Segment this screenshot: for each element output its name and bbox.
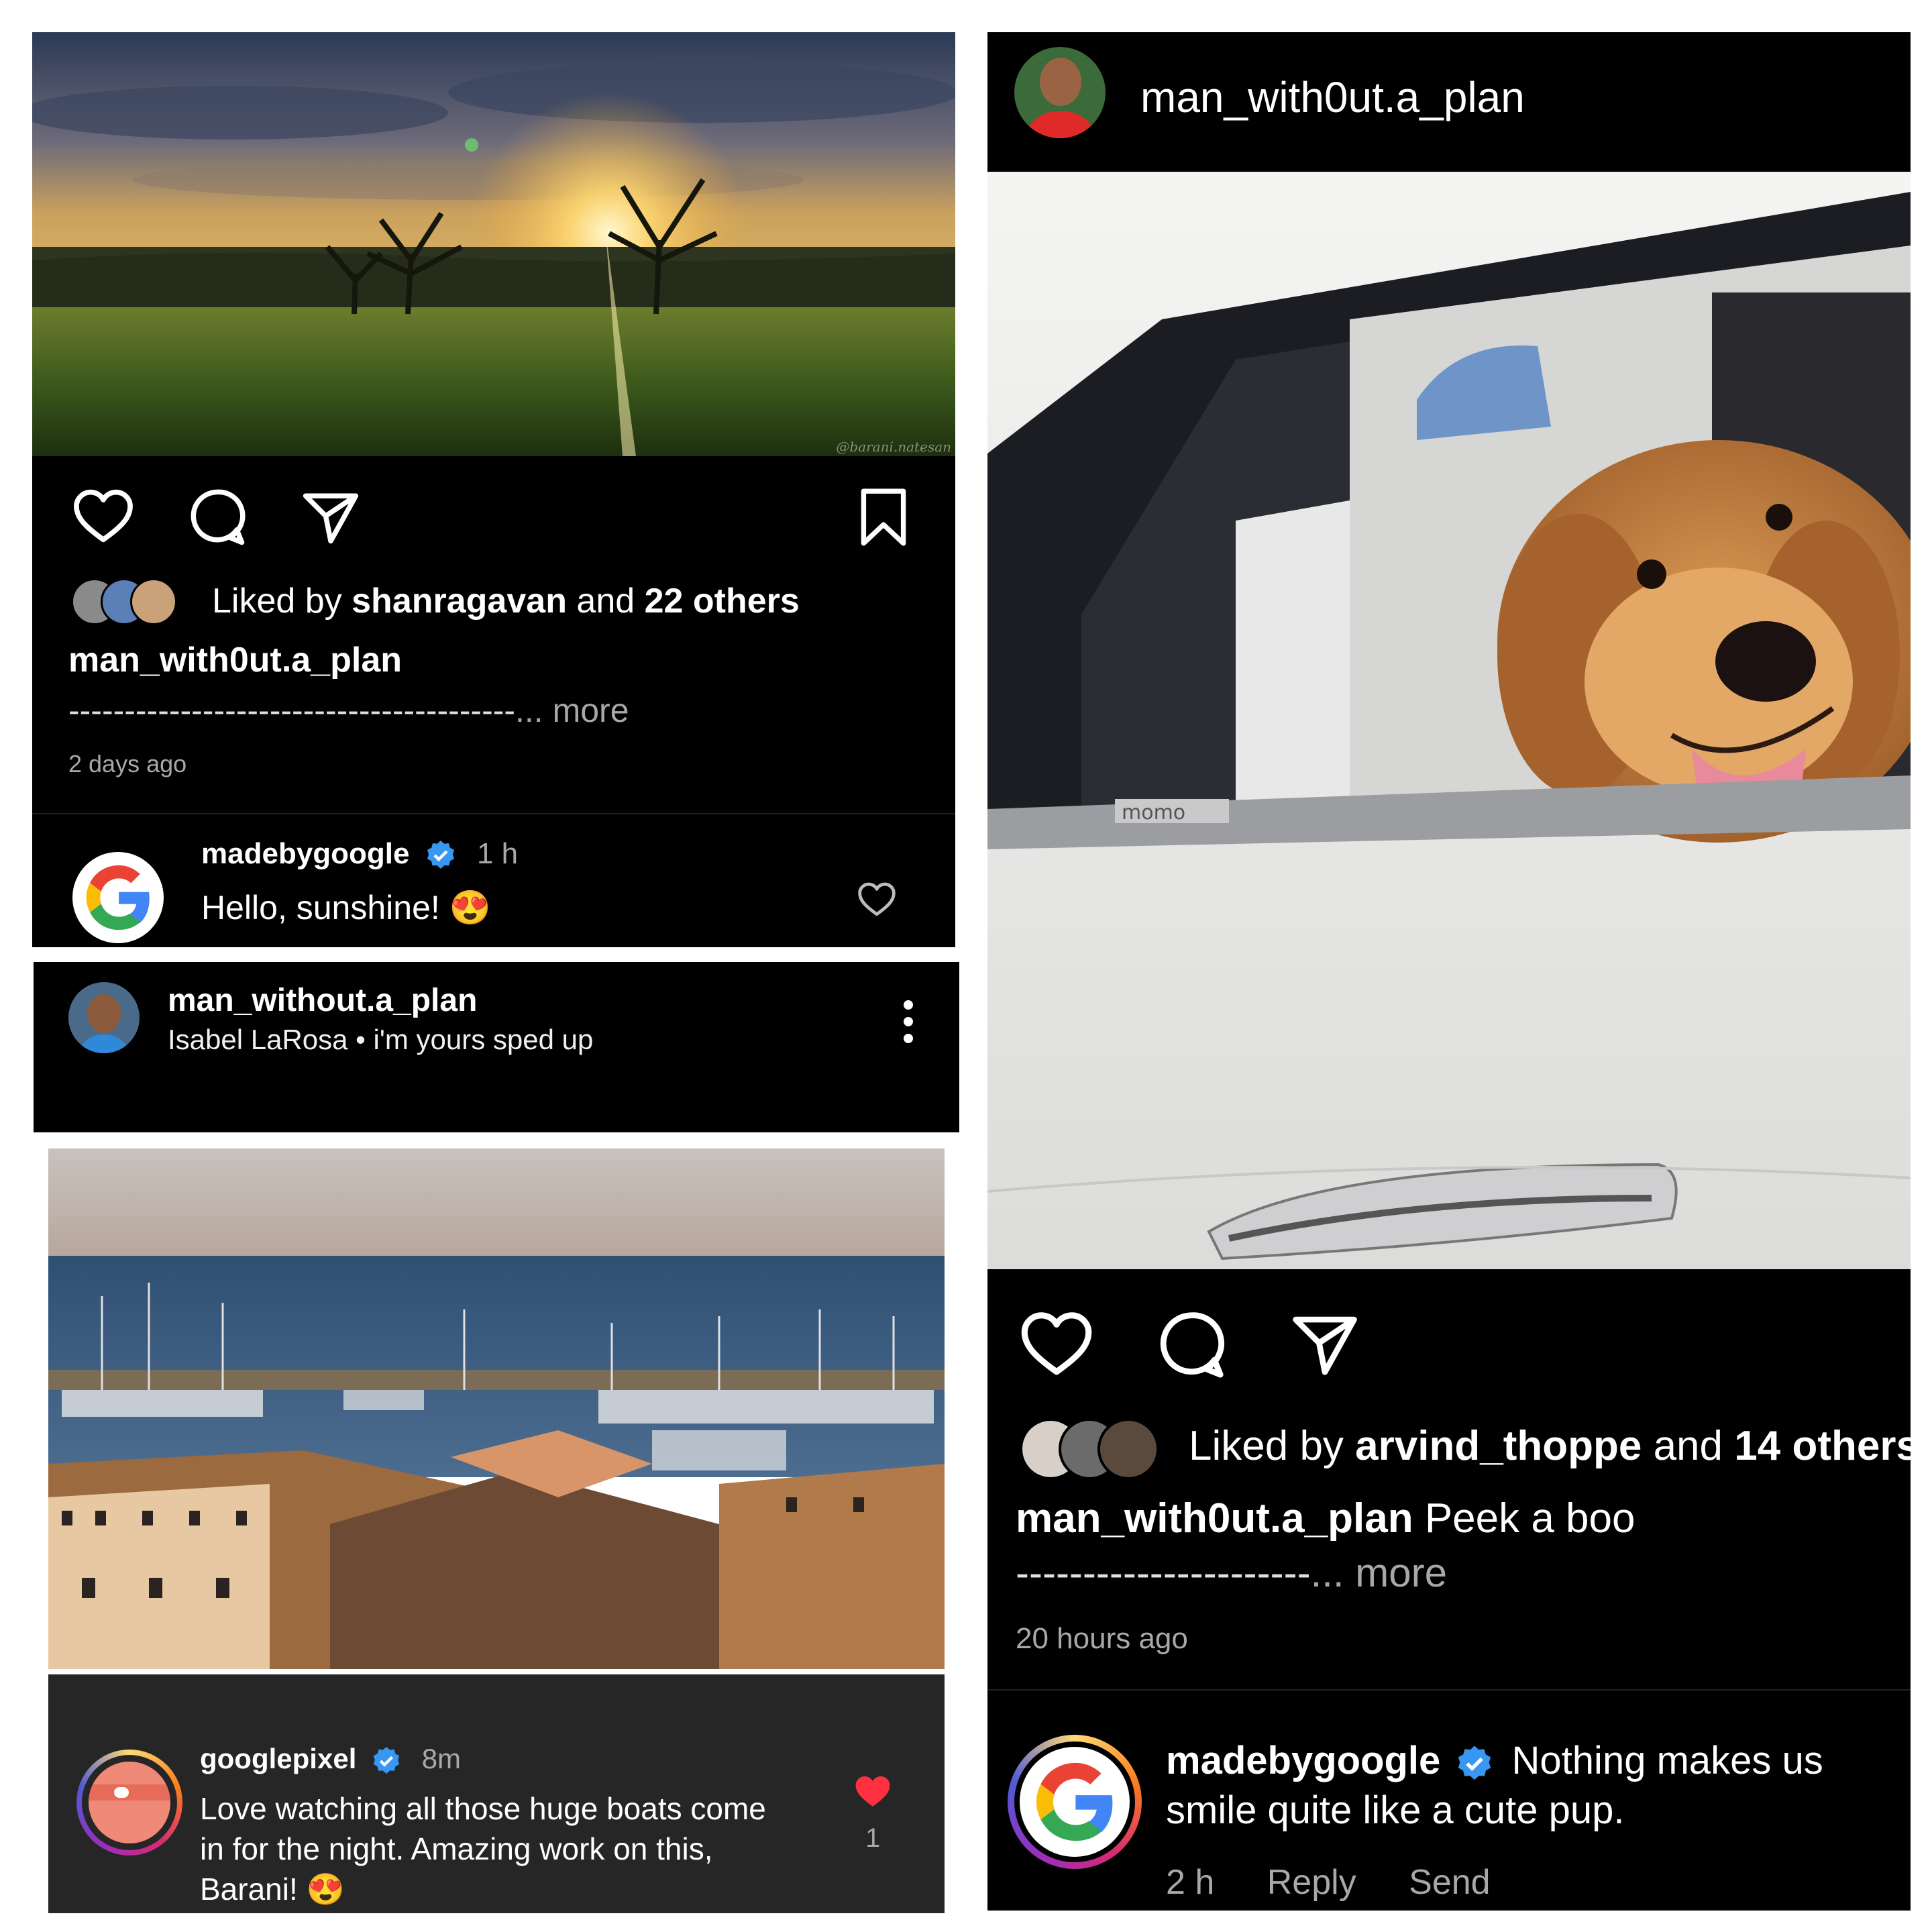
music-username[interactable]: man_without.a_plan — [168, 982, 477, 1019]
liked-by-and: and — [1653, 1423, 1723, 1469]
heart-outline-icon — [858, 882, 896, 916]
avatar[interactable] — [68, 982, 140, 1053]
comment-text: smile quite like a cute pup. — [1166, 1788, 1625, 1832]
send-paper-plane-icon — [303, 493, 359, 544]
comment-line: in for the night. Amazing work on this, — [200, 1831, 713, 1866]
comment-time: 8m — [421, 1743, 462, 1774]
divider — [987, 1689, 1911, 1690]
caption-more-link[interactable]: ... more — [1311, 1550, 1447, 1595]
post-caption: ----------------------------------------… — [68, 691, 629, 730]
heart-outline-icon — [1021, 1312, 1092, 1375]
comment-time: 2 h — [1166, 1863, 1215, 1902]
comment-username[interactable]: googlepixel — [200, 1743, 356, 1774]
comment-text: Hello, sunshine! 😍 — [201, 889, 491, 926]
caption-more-link[interactable]: ... more — [515, 692, 629, 729]
heart-filled-icon — [855, 1776, 890, 1807]
liker-avatars[interactable] — [71, 578, 192, 625]
post-caption-more: ----------------------... more — [1016, 1550, 1447, 1596]
music-track[interactable]: Isabel LaRosa • i'm yours sped up — [168, 1024, 593, 1056]
send-paper-plane-icon — [1293, 1316, 1357, 1375]
post-author[interactable]: man_with0ut.a_plan — [68, 640, 402, 680]
comment-like-count: 1 — [865, 1823, 881, 1853]
verified-badge-icon — [373, 1746, 400, 1774]
post-photo-dog[interactable]: momo — [987, 172, 1911, 1269]
more-vertical-icon — [904, 1000, 913, 1043]
comment-first-line: madebygoogle Nothing makes us — [1166, 1736, 1823, 1786]
verified-badge-icon — [427, 841, 454, 869]
more-options-button[interactable] — [902, 998, 915, 1045]
comment-avatar[interactable] — [1008, 1735, 1142, 1869]
comment-body: madebygoogle Nothing makes us smile quit… — [1166, 1736, 1823, 1835]
avatar — [130, 578, 177, 625]
post-timestamp: 2 days ago — [68, 750, 187, 777]
like-button[interactable] — [1020, 1311, 1093, 1378]
liked-by-others[interactable]: 14 others — [1734, 1423, 1911, 1469]
liked-by-user[interactable]: shanragavan — [352, 582, 567, 621]
share-button[interactable] — [1289, 1311, 1360, 1378]
caption-dashes: ---------------------------------------- — [68, 692, 516, 729]
liked-by-prefix: Liked by — [1189, 1423, 1344, 1469]
avatar-face — [87, 994, 121, 1033]
comment-avatar[interactable] — [72, 852, 164, 943]
comment-button[interactable] — [186, 487, 247, 547]
camera-lens — [114, 1787, 129, 1798]
comment-text: Love watching all those huge boats come … — [200, 1788, 766, 1909]
like-button[interactable] — [72, 488, 134, 545]
avatar-face — [1040, 58, 1081, 106]
post-photo-marina[interactable] — [48, 1148, 945, 1669]
comment-bubble-icon — [1160, 1312, 1225, 1378]
divider — [32, 813, 955, 814]
bookmark-icon — [861, 488, 906, 546]
comment-button[interactable] — [1155, 1309, 1226, 1381]
avatar-shirt — [76, 1034, 131, 1053]
comment-line: Love watching all those huge boats come — [200, 1791, 766, 1826]
post-dog: man_with0ut.a_plan momo Liked by arvind_… — [987, 32, 1911, 1911]
post-caption-line: man_with0ut.a_plan Peek a boo — [1016, 1495, 1635, 1542]
verified-badge-icon — [1458, 1746, 1491, 1780]
share-button[interactable] — [301, 488, 361, 546]
comment-meta: 2 h Reply Send — [1166, 1862, 1491, 1902]
liked-by-others[interactable]: 22 others — [645, 582, 800, 621]
post-author[interactable]: man_with0ut.a_plan — [1016, 1495, 1413, 1542]
comment-username[interactable]: madebygoogle — [1166, 1739, 1440, 1782]
google-g-logo-icon — [86, 865, 150, 930]
avatar-shirt — [1024, 111, 1097, 138]
avatar-white — [1020, 1747, 1130, 1857]
comment-header: googlepixel 8m — [200, 1743, 461, 1776]
comment-username[interactable]: madebygoogle — [201, 837, 410, 870]
post-header-username[interactable]: man_with0ut.a_plan — [1140, 72, 1525, 122]
post-photo-sunset[interactable]: @barani.natesan — [32, 32, 955, 456]
send-button[interactable]: Send — [1409, 1863, 1490, 1902]
comment-line: Barani! 😍 — [200, 1872, 345, 1907]
comment-text: Nothing makes us — [1511, 1739, 1823, 1782]
photo-watermark: @barani.natesan — [836, 439, 951, 455]
post-author-avatar[interactable] — [1014, 47, 1106, 138]
pixel-phone-icon — [89, 1762, 170, 1843]
caption-dashes: ---------------------- — [1016, 1550, 1311, 1595]
comment-bubble-icon — [191, 489, 246, 545]
music-bar: man_without.a_plan Isabel LaRosa • i'm y… — [34, 962, 959, 1132]
reply-button[interactable]: Reply — [1267, 1863, 1356, 1902]
comment-avatar[interactable] — [76, 1750, 182, 1856]
post-caption: Peek a boo — [1424, 1495, 1635, 1542]
comment-panel-googlepixel: googlepixel 8m Love watching all those h… — [48, 1674, 945, 1913]
liked-by-and: and — [576, 582, 635, 621]
liker-avatars[interactable] — [1020, 1418, 1174, 1480]
comment-like-button[interactable] — [853, 1774, 892, 1810]
comment-time: 1 h — [476, 837, 519, 870]
liked-by-user[interactable]: arvind_thoppe — [1355, 1423, 1642, 1469]
car-badge: momo — [1122, 801, 1185, 824]
save-button[interactable] — [859, 487, 908, 547]
liked-by-text[interactable]: Liked by shanragavan and 22 others — [212, 581, 800, 621]
post-sunset: @barani.natesan Liked by shanragavan and… — [32, 32, 955, 947]
comment-like-button[interactable] — [857, 881, 896, 918]
camera-bar — [89, 1784, 170, 1801]
post-timestamp: 20 hours ago — [1016, 1622, 1188, 1655]
heart-outline-icon — [74, 489, 133, 543]
avatar — [1097, 1418, 1159, 1480]
liked-by-text[interactable]: Liked by arvind_thoppe and 14 others — [1189, 1422, 1911, 1470]
google-g-logo-icon — [1036, 1762, 1113, 1841]
comment-header: madebygoogle 1 h — [201, 837, 518, 871]
liked-by-prefix: Liked by — [212, 582, 342, 621]
